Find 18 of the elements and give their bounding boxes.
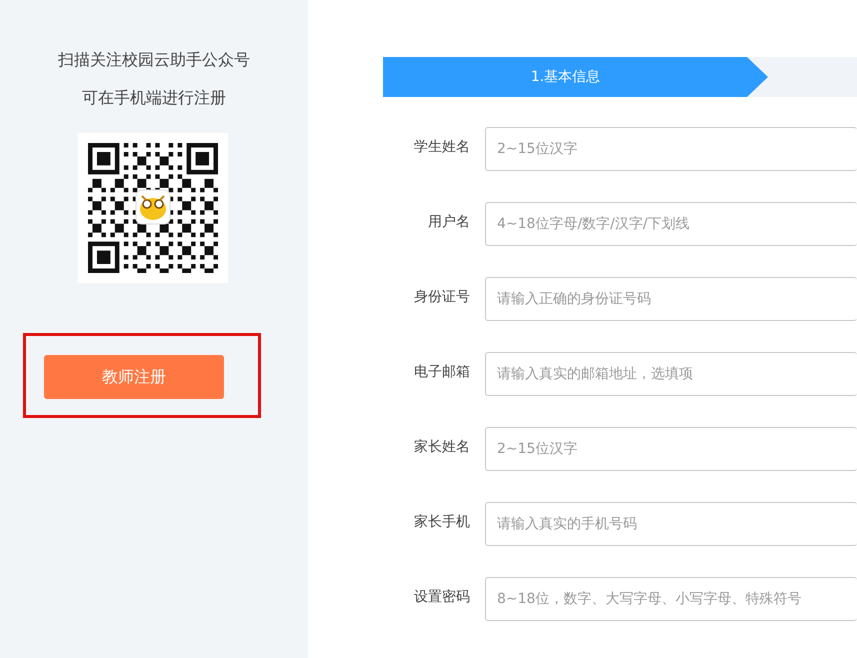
instruction-text: 可在手机端进行注册: [82, 87, 226, 109]
input-field[interactable]: 8~18位，数字、大写字母、小写字母、特殊符号: [485, 577, 857, 621]
instruction-text: 扫描关注校园云助手公众号: [58, 49, 250, 71]
input-field[interactable]: 请输入正确的身份证号码: [485, 277, 857, 321]
step-tab[interactable]: 1.基本信息: [383, 57, 768, 97]
input-field[interactable]: 请输入真实的手机号码: [485, 502, 857, 546]
field-label: 设置密码: [413, 588, 471, 606]
input-field[interactable]: 2~15位汉字: [485, 427, 857, 471]
input-field[interactable]: 2~15位汉字: [485, 127, 857, 171]
field-label: 电子邮箱: [413, 363, 471, 381]
input-field[interactable]: 请输入真实的邮箱地址，选填项: [485, 352, 857, 396]
input-field[interactable]: 4~18位字母/数字/汉字/下划线: [485, 202, 857, 246]
field-label: 身份证号: [413, 288, 471, 306]
field-label: 学生姓名: [413, 138, 471, 156]
field-label: 家长手机: [413, 513, 471, 531]
field-label: 家长姓名: [413, 438, 471, 456]
field-label: 用户名: [427, 213, 471, 231]
register-button[interactable]: 教师注册: [44, 355, 224, 399]
